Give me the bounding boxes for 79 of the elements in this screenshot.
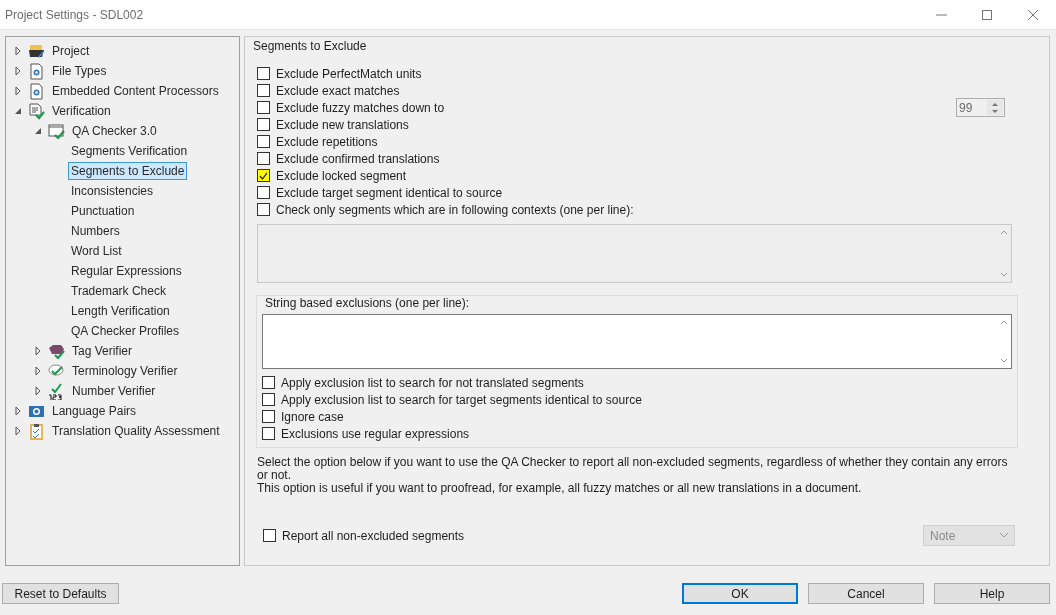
scroll-down-icon[interactable]	[1000, 358, 1008, 364]
checkbox[interactable]	[262, 393, 275, 406]
checked-document-icon	[28, 102, 45, 120]
option-label: Exclusions use regular expressions	[281, 426, 470, 441]
checkbox[interactable]	[263, 529, 276, 542]
tree-item[interactable]: Word List	[68, 242, 125, 260]
checkbox[interactable]	[257, 118, 270, 131]
tree-item[interactable]: Segments to Exclude	[68, 162, 188, 180]
tree-item[interactable]: Segments Verification	[68, 142, 191, 160]
expand-arrow-icon[interactable]	[34, 387, 42, 395]
dialog-button[interactable]: Help	[934, 583, 1050, 604]
checkbox[interactable]	[257, 101, 270, 114]
tree-item[interactable]: Trademark Check	[68, 282, 169, 300]
option-label: Exclude confirmed translations	[276, 151, 440, 166]
close-icon	[1028, 9, 1038, 20]
clipboard-check-icon	[28, 422, 45, 440]
number-check-icon	[48, 382, 65, 400]
checkbox[interactable]	[257, 152, 270, 165]
option-label: Ignore case	[281, 409, 344, 424]
tree-item[interactable]: Terminology Verifier	[69, 362, 181, 380]
expand-arrow-icon[interactable]	[14, 407, 22, 415]
tree-item[interactable]: Punctuation	[68, 202, 138, 220]
checkbox[interactable]	[257, 135, 270, 148]
option-label: Exclude target segment identical to source	[276, 185, 503, 200]
expand-arrow-icon[interactable]	[34, 367, 42, 375]
option-label: Apply exclusion list to search for target segments identical to source	[281, 392, 642, 407]
checkbox[interactable]	[262, 410, 275, 423]
tree-item[interactable]: Regular Expressions	[68, 262, 185, 280]
reset-button[interactable]: Reset to Defaults	[2, 583, 119, 604]
checkbox[interactable]	[262, 376, 275, 389]
caret-icon	[1000, 533, 1008, 538]
tree-item[interactable]: Translation Quality Assessment	[49, 422, 223, 440]
expand-arrow-icon[interactable]	[14, 427, 22, 435]
checked-window-icon	[48, 122, 65, 140]
gear-document-icon	[28, 62, 45, 80]
dialog-button[interactable]: OK	[682, 583, 798, 604]
expand-arrow-icon[interactable]	[14, 47, 22, 55]
tree-item[interactable]: Language Pairs	[49, 402, 140, 420]
tree-item[interactable]: Tag Verifier	[69, 342, 136, 360]
checkbox[interactable]	[257, 84, 270, 97]
collapse-arrow-icon[interactable]	[34, 127, 42, 135]
checkbox[interactable]	[257, 67, 270, 80]
option-label: Exclude new translations	[276, 117, 409, 132]
tree-item[interactable]: QA Checker 3.0	[69, 122, 160, 140]
expand-arrow-icon[interactable]	[34, 347, 42, 355]
checkbox[interactable]	[262, 427, 275, 440]
option-label: Check only segments which are in following contexts (one per line):	[276, 202, 634, 217]
gear-document-icon	[28, 82, 45, 100]
description-text: This option is useful if you want to proofread, for example, all fuzzy matches or all new translations in a document.	[257, 482, 863, 495]
expand-arrow-icon[interactable]	[14, 67, 22, 75]
briefcase-icon	[28, 42, 45, 60]
tree-item[interactable]: Length Verification	[68, 302, 173, 320]
checkbox[interactable]	[257, 186, 270, 199]
description-text: Select the option below if you want to use the QA Checker to report all non-excluded segments, regardless of whether they contain any errors or not.	[257, 456, 1009, 482]
option-label: Apply exclusion list to search for not translated segments	[281, 375, 584, 390]
checkbox[interactable]	[257, 169, 270, 182]
expand-arrow-icon[interactable]	[14, 87, 22, 95]
option-label: Exclude repetitions	[276, 134, 378, 149]
option-label: Report all non-excluded segments	[282, 528, 465, 543]
tag-check-icon	[48, 342, 65, 360]
option-label: Exclude locked segment	[276, 168, 407, 183]
tree-item[interactable]: Inconsistencies	[68, 182, 157, 200]
tree-item[interactable]: QA Checker Profiles	[68, 322, 183, 340]
tree-item[interactable]: Verification	[49, 102, 114, 120]
option-label: Exclude PerfectMatch units	[276, 66, 422, 81]
tree-item[interactable]: Embedded Content Processors	[49, 82, 222, 100]
collapse-arrow-icon[interactable]	[14, 107, 22, 115]
dialog-button[interactable]: Cancel	[808, 583, 924, 604]
tree-item[interactable]: Project	[49, 42, 93, 60]
option-label: Exclude fuzzy matches down to	[276, 100, 445, 115]
checkbox[interactable]	[257, 203, 270, 216]
tree-item[interactable]: Numbers	[68, 222, 123, 240]
exclusions-field[interactable]	[262, 314, 1012, 369]
window-title: Project Settings - SDL002	[4, 7, 145, 22]
tree-item[interactable]: Number Verifier	[69, 382, 159, 400]
maximize-icon	[982, 9, 992, 20]
tree-item[interactable]: File Types	[49, 62, 110, 80]
option-label: Exclude exact matches	[276, 83, 400, 98]
scroll-up-icon[interactable]	[1000, 319, 1008, 325]
